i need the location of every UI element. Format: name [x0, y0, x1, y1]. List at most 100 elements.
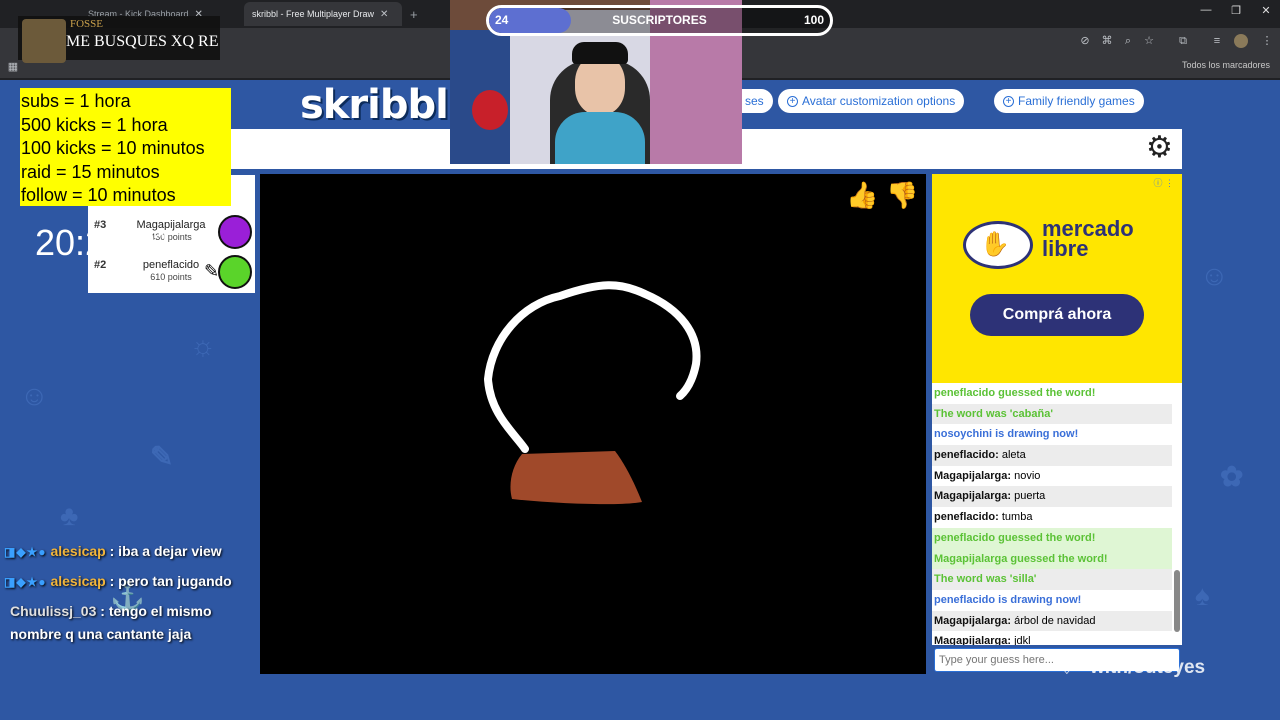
- close-icon[interactable]: ✕: [380, 9, 388, 20]
- chat-text: Magapijalarga guessed the word!: [934, 552, 1108, 565]
- streamer-face: [575, 55, 625, 115]
- subathon-timer: 20:23:01: [35, 222, 176, 263]
- settings-gear-icon[interactable]: ⚙: [1146, 133, 1173, 163]
- chat-message: Magapijalarga: jdkl: [932, 631, 1172, 645]
- pill-label: Family friendly games: [1018, 94, 1135, 108]
- brown-fill: [510, 451, 642, 505]
- translate-icon[interactable]: ⌘: [1100, 34, 1114, 48]
- white-stroke: [483, 281, 701, 453]
- sub-goal-current: 24: [495, 13, 509, 27]
- avatar: [218, 215, 252, 249]
- chat-message: Magapijalarga: puerta: [932, 486, 1172, 508]
- chat-message: peneflacido: tumba: [932, 507, 1172, 528]
- ad-cta-button[interactable]: Comprá ahora: [970, 294, 1144, 336]
- chat-message: nosoychini is drawing now!: [932, 424, 1172, 445]
- profile-avatar[interactable]: [1234, 34, 1248, 48]
- chat-message: peneflacido: aleta: [932, 445, 1172, 466]
- chat-message: Magapijalarga guessed the word!: [932, 548, 1172, 570]
- hoodie: [555, 112, 645, 164]
- chat-username: Magapijalarga:: [934, 635, 1012, 645]
- stream-chat: ◨◆★● alesicap : iba a dejar view ◨◆★● al…: [4, 540, 254, 646]
- new-tab-button[interactable]: +: [402, 2, 428, 26]
- star-icon[interactable]: ☆: [1142, 34, 1156, 48]
- menu-icon[interactable]: ⋮: [1260, 34, 1274, 48]
- pencil-icon: ✎: [204, 261, 220, 281]
- doodle-icon: ☺: [1200, 260, 1229, 291]
- notification-name: FOSSE: [70, 18, 104, 30]
- player-points: 610 points: [150, 272, 192, 282]
- chat-scrollbar[interactable]: [1174, 570, 1180, 632]
- tab-skribbl[interactable]: skribbl - Free Multiplayer Draw ✕: [244, 2, 402, 26]
- chat-text: novio: [1014, 469, 1041, 482]
- doodle-icon: ♣: [60, 500, 79, 531]
- chat-message: The word was 'cabaña': [932, 403, 1172, 425]
- pill-label: Avatar customization options: [802, 94, 956, 108]
- rule-line: raid = 15 minutos: [21, 161, 160, 182]
- chat-message: peneflacido is drawing now!: [932, 590, 1172, 611]
- thumbs-down-icon[interactable]: 👎: [886, 180, 918, 211]
- chat-text: : pero tan jugando: [109, 573, 232, 589]
- ad-brand-line: libre: [1042, 236, 1089, 261]
- doodle-icon: ✿: [1220, 461, 1244, 492]
- avatar: [218, 255, 252, 289]
- chat-username: Chuulissj_03: [10, 603, 97, 619]
- stream-chat-message: ◨◆★● alesicap : iba a dejar view: [4, 540, 254, 564]
- window-close-icon[interactable]: ✕: [1252, 4, 1280, 22]
- chat-username: Magapijalarga:: [934, 469, 1012, 482]
- chat-text: peneflacido is drawing now!: [934, 593, 1082, 606]
- ad-brand: mercado libre: [1042, 218, 1162, 261]
- chat-message: Magapijalarga: novio: [932, 466, 1172, 487]
- doodle-icon: ♠: [1195, 580, 1210, 611]
- rule-line: 500 kicks = 1 hora: [21, 114, 168, 135]
- ad-info-icon[interactable]: ⓘ ⋮: [1153, 176, 1174, 189]
- minimize-icon[interactable]: —: [1192, 4, 1220, 22]
- rule-line: 100 kicks = 10 minutos: [21, 138, 205, 158]
- stream-chat-message: Chuulissj_03 : tengo el mismo nombre q u…: [4, 600, 254, 646]
- thumbs-up-icon[interactable]: 👍: [846, 180, 878, 211]
- all-bookmarks[interactable]: Todos los marcadores: [1182, 60, 1270, 70]
- chat-username: alesicap: [50, 543, 106, 559]
- handshake-icon: ✋: [980, 231, 1010, 258]
- tab-label: skribbl - Free Multiplayer Draw: [252, 9, 375, 19]
- chat-text: puerta: [1014, 490, 1046, 503]
- cap: [572, 42, 628, 64]
- stream-chat-message: ◨◆★● alesicap : pero tan jugando: [4, 570, 254, 594]
- apps-grid-icon[interactable]: ▦: [6, 60, 20, 74]
- chat-message: peneflacido guessed the word!: [932, 383, 1172, 404]
- doodle-icon: ☺: [20, 380, 49, 411]
- chat-username: Magapijalarga:: [934, 614, 1012, 627]
- doodle-icon: ✎: [150, 441, 174, 472]
- maximize-icon[interactable]: ❐: [1222, 4, 1250, 22]
- media-icon[interactable]: ≡: [1210, 34, 1224, 48]
- chat-text: The word was 'silla': [934, 573, 1037, 586]
- extensions-icon[interactable]: ⧉: [1176, 34, 1190, 48]
- sub-goal-title: SUSCRIPTORES: [612, 13, 707, 27]
- new-tab-label: +: [410, 6, 418, 22]
- chat-text: : iba a dejar view: [109, 543, 222, 559]
- badges-icon: ◨◆★●: [4, 545, 47, 559]
- drawing: [483, 281, 701, 505]
- zoom-icon[interactable]: ⌕: [1121, 34, 1135, 48]
- sub-goal-target: 100: [804, 13, 825, 27]
- chat-username: peneflacido:: [934, 511, 999, 524]
- ad-banner[interactable]: ⓘ ⋮ ✋ mercado libre Comprá ahora: [932, 174, 1182, 383]
- pill-avatar-customization[interactable]: + Avatar customization options: [778, 89, 965, 113]
- eye-off-icon[interactable]: ⊘: [1078, 34, 1092, 48]
- pill-label: ses: [745, 94, 764, 108]
- pill-family-friendly[interactable]: + Family friendly games: [994, 89, 1144, 113]
- chat-text: jdkl: [1014, 635, 1031, 645]
- chat-text: nosoychini is drawing now!: [934, 428, 1079, 441]
- chat-text: aleta: [1001, 449, 1026, 462]
- chat-message: Magapijalarga: árbol de navidad: [932, 610, 1172, 632]
- chat-username: Magapijalarga:: [934, 490, 1012, 503]
- heart-icon: ♡: [1057, 654, 1077, 679]
- rule-line: follow = 10 minutos: [21, 185, 176, 205]
- game-chat: peneflacido guessed the word! The word wa…: [932, 383, 1182, 645]
- overlay-brand: with/outeyes: [1090, 657, 1206, 678]
- notification-thumbnail: [22, 19, 66, 63]
- subathon-rules: subs = 1 hora 500 kicks = 1 hora 100 kic…: [20, 88, 231, 206]
- chat-message: peneflacido guessed the word!: [932, 527, 1172, 549]
- drawing-canvas[interactable]: [260, 174, 926, 674]
- chat-text: árbol de navidad: [1014, 614, 1096, 627]
- notification-text: ME BUSQUES XQ RE: [66, 33, 219, 50]
